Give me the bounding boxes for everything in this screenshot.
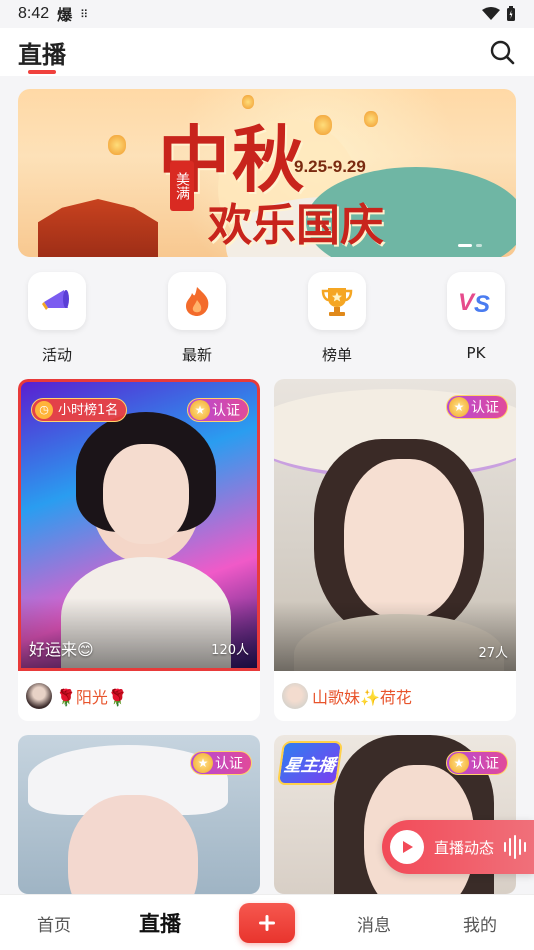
- verified-badge: ★ 认证: [187, 398, 249, 422]
- verified-badge: ★ 认证: [446, 751, 508, 775]
- banner-stamp: 美满: [170, 161, 194, 211]
- svg-text:S: S: [474, 291, 490, 318]
- search-icon[interactable]: [488, 38, 516, 66]
- live-card[interactable]: ★ 认证: [18, 735, 260, 894]
- verified-badge: ★ 认证: [446, 395, 508, 419]
- nav-item-ranking[interactable]: 榜单: [297, 272, 377, 365]
- streamer-name[interactable]: 山歌妹✨荷花: [312, 684, 412, 708]
- wifi-icon: [482, 7, 500, 20]
- star-icon: ★: [190, 400, 210, 420]
- verified-badge: ★ 认证: [190, 751, 252, 775]
- nav-item-activity[interactable]: 活动: [17, 272, 97, 365]
- viewer-count: 27人: [478, 646, 508, 661]
- banner-pagination: [458, 244, 482, 247]
- rank-badge: ◷ 小时榜1名: [31, 398, 128, 422]
- avatar[interactable]: [282, 683, 308, 709]
- streamer-name[interactable]: 🌹阳光🌹: [56, 684, 128, 708]
- plus-icon: [259, 915, 275, 931]
- nav-item-latest[interactable]: 最新: [157, 272, 237, 365]
- nav-item-label: 榜单: [321, 346, 352, 364]
- card-footer: 山歌妹✨荷花: [274, 671, 516, 721]
- page-title[interactable]: 直播: [18, 35, 66, 70]
- live-card[interactable]: ◷ 小时榜1名 ★ 认证 好运来😊 120人 🌹阳光🌹: [18, 379, 260, 721]
- star-icon: ★: [449, 397, 469, 417]
- header: 直播: [0, 28, 534, 76]
- star-icon: ★: [193, 753, 213, 773]
- trophy-icon: [321, 288, 353, 316]
- tab-messages[interactable]: 消息: [334, 895, 414, 950]
- audio-bars-icon: [504, 835, 527, 859]
- star-icon: ★: [449, 753, 469, 773]
- banner-date: 9.25-9.29: [294, 157, 366, 176]
- lantern-icon: [314, 115, 332, 135]
- live-feed-label: 直播动态: [434, 838, 495, 857]
- nav-item-label: 最新: [181, 346, 212, 364]
- promo-banner[interactable]: 中秋 欢乐国庆 9.25-9.29 美满: [18, 89, 516, 257]
- avatar[interactable]: [26, 683, 52, 709]
- stream-thumbnail: ◷ 小时榜1名 ★ 认证 好运来😊 120人: [18, 379, 260, 671]
- lantern-icon: [108, 135, 126, 155]
- card-footer: 🌹阳光🌹: [18, 671, 260, 721]
- live-card[interactable]: ★ 认证 27人 山歌妹✨荷花: [274, 379, 516, 721]
- create-button[interactable]: [239, 903, 295, 943]
- stream-caption: 好运来😊: [29, 640, 94, 659]
- notification-grid-icon: ⠿: [80, 7, 89, 21]
- nav-item-label: 活动: [41, 346, 72, 364]
- megaphone-icon: [42, 290, 69, 310]
- tab-home[interactable]: 首页: [14, 895, 94, 950]
- versus-icon: V S: [458, 289, 490, 318]
- streamer-silhouette: [344, 459, 464, 619]
- bottom-tab-bar: 首页 直播 消息 我的: [0, 894, 534, 950]
- nav-item-label: PK: [466, 344, 486, 362]
- flame-icon: [186, 287, 209, 316]
- tab-mine[interactable]: 我的: [440, 895, 520, 950]
- clock-icon: ◷: [35, 401, 53, 419]
- stream-thumbnail: ★ 认证 27人: [274, 379, 516, 671]
- tab-live[interactable]: 直播: [120, 895, 200, 950]
- quick-nav: 活动 最新 榜单 V S PK: [0, 272, 534, 372]
- nav-item-pk[interactable]: V S PK: [436, 272, 516, 362]
- banner-subheadline: 欢乐国庆: [208, 200, 384, 251]
- live-feed-button[interactable]: 直播动态: [382, 820, 534, 874]
- status-time: 8:42: [18, 5, 50, 22]
- viewer-count: 120人: [211, 643, 249, 658]
- notification-app-icon: 爆: [57, 5, 73, 24]
- star-host-badge: 星主播: [276, 741, 344, 785]
- status-bar: 8:42 爆 ⠿: [0, 0, 534, 28]
- lantern-icon: [364, 111, 378, 127]
- stream-thumbnail: ★ 认证: [18, 735, 260, 894]
- play-icon: [390, 830, 424, 864]
- active-title-indicator: [28, 70, 56, 74]
- battery-icon: [507, 6, 515, 21]
